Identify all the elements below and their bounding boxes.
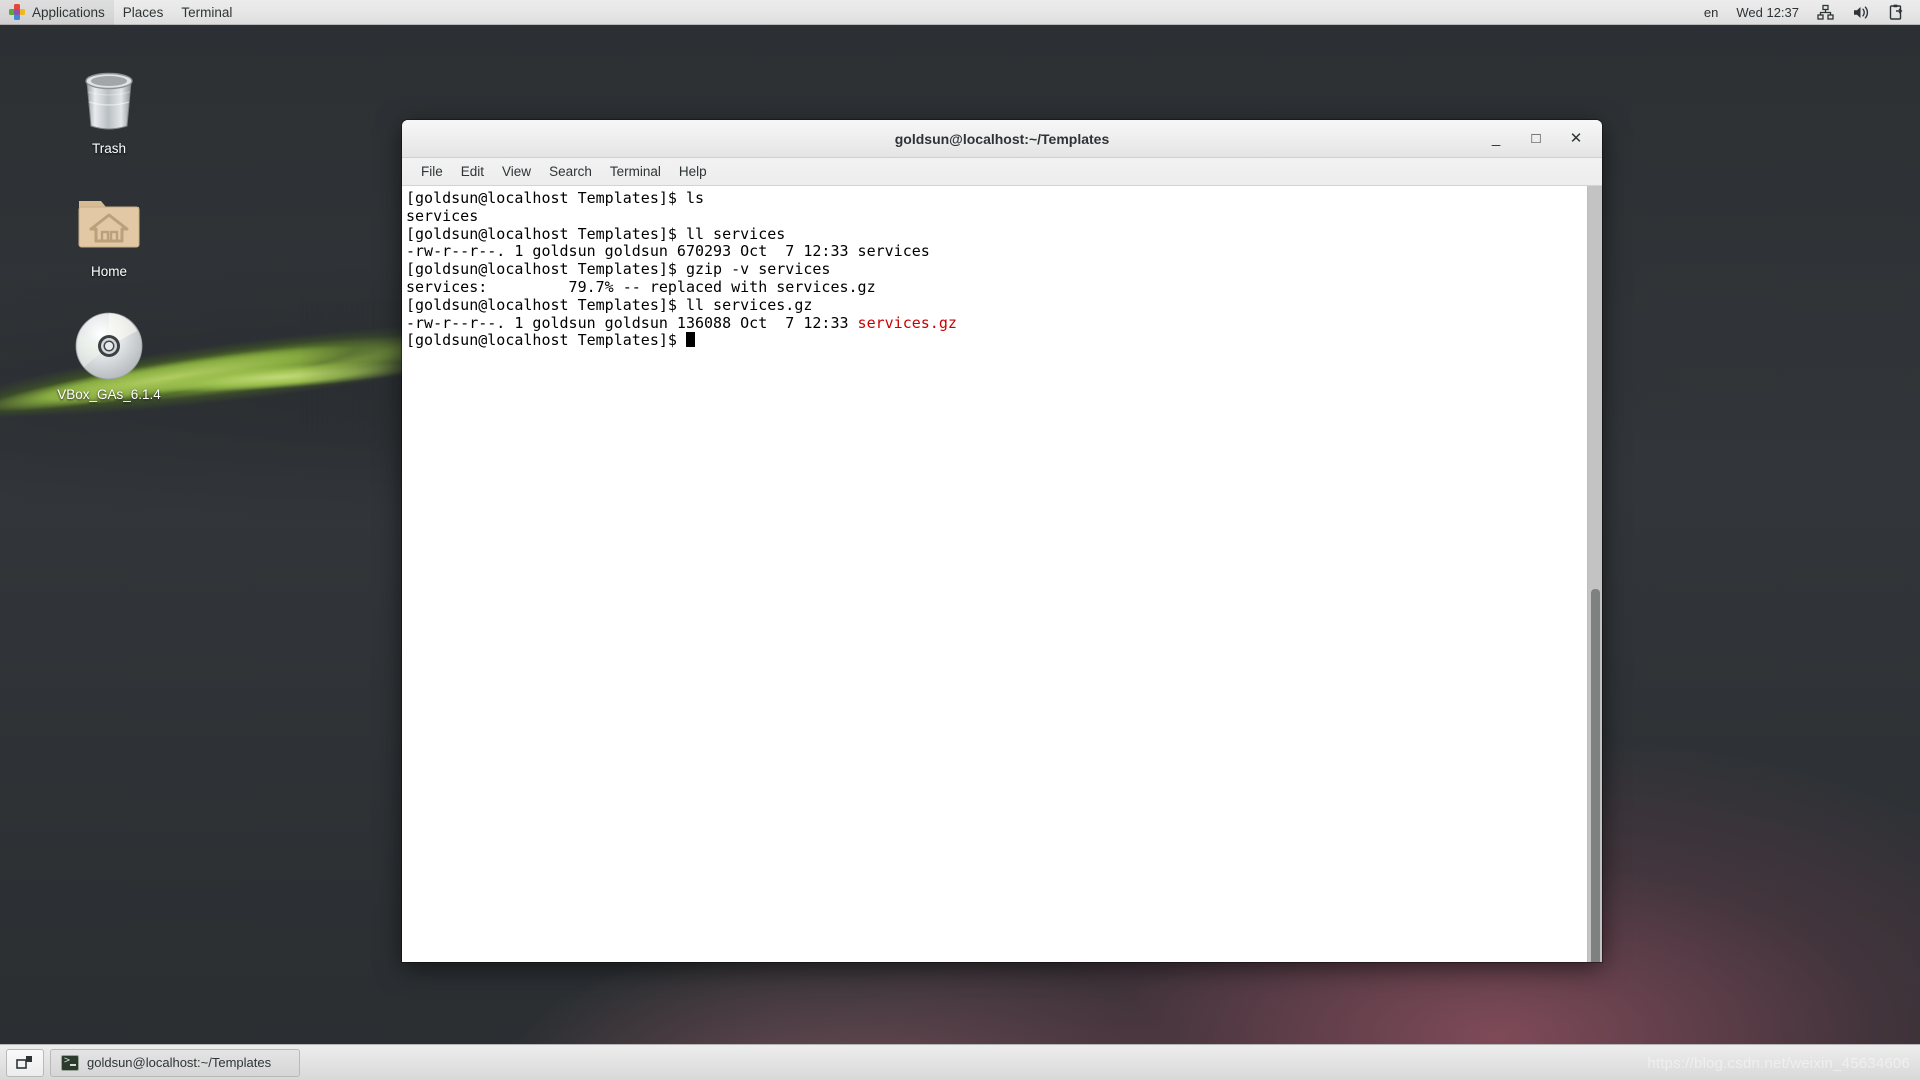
menu-item-help[interactable]: Help [670, 161, 716, 182]
keyboard-layout-indicator[interactable]: en [1696, 0, 1726, 25]
taskbar-window-button-terminal[interactable]: goldsun@localhost:~/Templates [50, 1048, 300, 1077]
terminal-cursor [685, 332, 695, 348]
volume-icon-svg [1854, 6, 1869, 18]
cd-disc-icon [44, 308, 174, 384]
terminal-line: services [406, 206, 479, 225]
terminal-filename-highlight: services.gz [857, 313, 957, 332]
menu-item-search[interactable]: Search [540, 161, 601, 182]
menu-item-file[interactable]: File [412, 161, 452, 182]
volume-icon[interactable] [1844, 0, 1878, 25]
taskbar-window-button-label: goldsun@localhost:~/Templates [87, 1055, 272, 1070]
window-controls: _ □ ✕ [1486, 129, 1602, 149]
desktop-icon-trash[interactable]: Trash [44, 62, 174, 157]
show-desktop-icon-svg [16, 1055, 32, 1069]
terminal-line: -rw-r--r--. 1 goldsun goldsun 670293 Oct… [406, 242, 930, 261]
desktop-icon-home[interactable]: Home [44, 185, 174, 280]
panel-menu-terminal[interactable]: Terminal [172, 0, 241, 25]
terminal-scrollbar-thumb[interactable] [1591, 589, 1600, 962]
desktop-icon-vbox-guest-additions[interactable]: VBox_GAs_6.1.4 [44, 308, 174, 403]
cd-disc-icon-svg [75, 312, 143, 380]
desktop-icon-vbox-label: VBox_GAs_6.1.4 [57, 387, 161, 402]
keyboard-layout-label: en [1703, 4, 1719, 20]
terminal-menu-bar: File Edit View Search Terminal Help [402, 158, 1602, 186]
terminal-line: [goldsun@localhost Templates]$ ll servic… [406, 224, 786, 243]
panel-menu-applications[interactable]: Applications [0, 0, 114, 25]
terminal-window: goldsun@localhost:~/Templates _ □ ✕ File… [402, 120, 1602, 962]
applications-pinwheel-icon [9, 4, 25, 20]
terminal-window-title: goldsun@localhost:~/Templates [894, 130, 1110, 147]
terminal-scrollbar[interactable] [1587, 186, 1602, 962]
home-folder-icon [44, 185, 174, 261]
terminal-line: -rw-r--r--. 1 goldsun goldsun 136088 Oct… [406, 313, 957, 332]
panel-status-area: en Wed 12:37 [1696, 0, 1920, 25]
terminal-line: [goldsun@localhost Templates]$ ll servic… [406, 295, 813, 314]
panel-menu-places-label: Places [122, 4, 164, 20]
clock[interactable]: Wed 12:37 [1728, 0, 1807, 25]
terminal-line: [goldsun@localhost Templates]$ ls [406, 189, 705, 207]
desktop-icon-home-label: Home [90, 264, 127, 279]
desktop-icon-trash-label: Trash [91, 141, 126, 156]
panel-menu-terminal-label: Terminal [181, 4, 233, 20]
menu-item-edit[interactable]: Edit [452, 161, 493, 182]
trash-icon [44, 62, 174, 138]
top-panel: Applications Places Terminal en Wed 12:3… [0, 0, 1920, 25]
menu-item-view[interactable]: View [493, 161, 540, 182]
close-button[interactable]: ✕ [1566, 129, 1586, 149]
maximize-button[interactable]: □ [1526, 129, 1546, 149]
menu-item-terminal[interactable]: Terminal [601, 161, 670, 182]
terminal-line: services: 79.7% -- replaced with service… [406, 277, 876, 296]
network-icon[interactable] [1809, 0, 1842, 25]
minimize-button[interactable]: _ [1486, 129, 1506, 149]
trash-icon-svg [85, 72, 133, 130]
terminal-line: [goldsun@localhost Templates]$ [406, 332, 1587, 350]
panel-menu-places[interactable]: Places [114, 0, 173, 25]
clipboard-icon-svg [1889, 4, 1903, 20]
home-folder-icon-svg [78, 201, 140, 248]
show-desktop-icon[interactable] [6, 1048, 44, 1077]
clipboard-icon[interactable] [1880, 0, 1912, 25]
clock-label: Wed 12:37 [1736, 4, 1799, 20]
network-icon-svg [1817, 4, 1834, 20]
terminal-output[interactable]: [goldsun@localhost Templates]$ ls service… [402, 186, 1587, 962]
terminal-line: [goldsun@localhost Templates]$ gzip -v s… [406, 260, 831, 279]
terminal-title-bar[interactable]: goldsun@localhost:~/Templates _ □ ✕ [402, 120, 1602, 158]
panel-menu-applications-label: Applications [32, 4, 105, 20]
terminal-icon [61, 1054, 79, 1071]
terminal-body[interactable]: [goldsun@localhost Templates]$ ls service… [402, 186, 1602, 962]
taskbar: goldsun@localhost:~/Templates [0, 1044, 1920, 1080]
